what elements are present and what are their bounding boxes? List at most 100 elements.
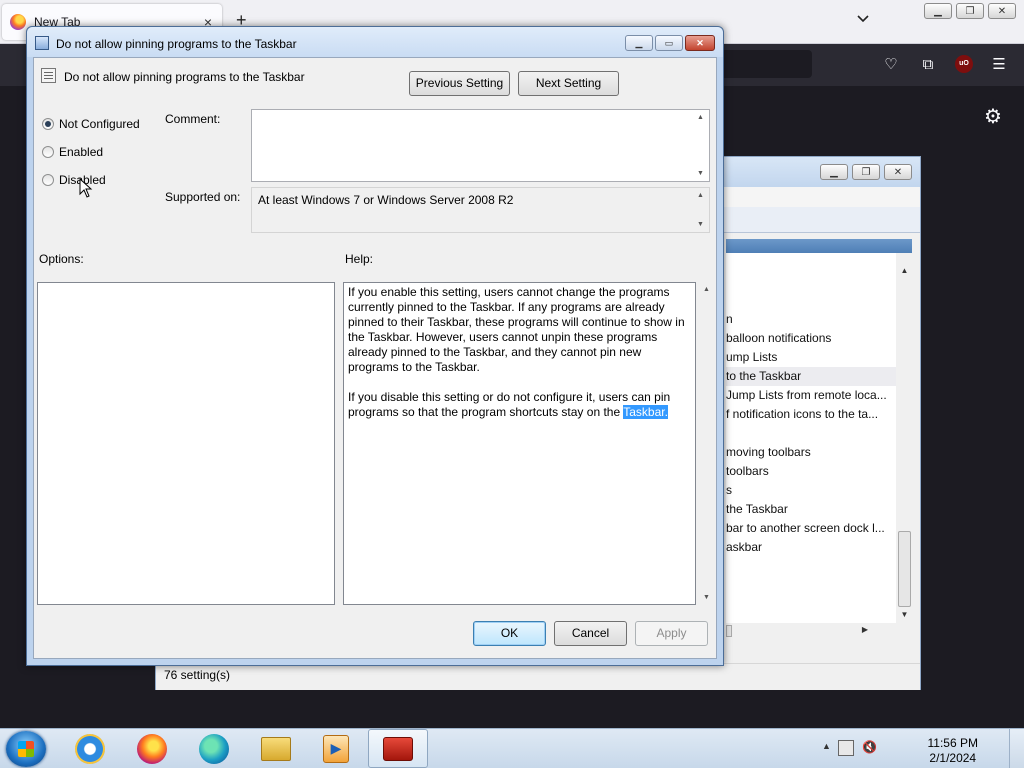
policy-name: Do not allow pinning programs to the Tas… — [64, 70, 305, 84]
show-desktop-button[interactable] — [1009, 729, 1024, 768]
settings-list-item[interactable] — [726, 253, 896, 272]
volume-muted-icon[interactable]: 🔇 — [862, 740, 878, 756]
chevron-down-icon[interactable] — [856, 12, 870, 26]
radio-enabled[interactable]: Enabled — [42, 145, 103, 159]
supported-on-field: At least Windows 7 or Windows Server 200… — [251, 187, 710, 233]
extensions-icon[interactable]: ⧉ — [919, 56, 937, 74]
settings-list-item[interactable]: balloon notifications — [726, 329, 896, 348]
scroll-down-icon[interactable]: ▼ — [692, 221, 709, 228]
comment-label: Comment: — [165, 112, 221, 126]
scroll-down-icon[interactable]: ▼ — [698, 594, 715, 601]
taskbar: ▶ ▲ 🔇 11:56 PM 2/1/2024 — [0, 728, 1024, 768]
help-text: If you enable this setting, users cannot… — [348, 285, 688, 435]
settings-list-item[interactable]: n — [726, 310, 896, 329]
radio-not-configured[interactable]: Not Configured — [42, 117, 140, 131]
settings-list-item[interactable]: to the Taskbar — [726, 367, 896, 386]
settings-list-item[interactable]: toolbars — [726, 462, 896, 481]
gear-icon[interactable]: ⚙ — [982, 106, 1004, 128]
settings-list-item[interactable]: s — [726, 481, 896, 500]
maximize-button[interactable]: ▭ — [655, 35, 683, 51]
settings-list-item[interactable]: bar to another screen dock l... — [726, 519, 896, 538]
scroll-up-icon[interactable]: ▲ — [692, 192, 709, 199]
help-paragraph: If you enable this setting, users cannot… — [348, 285, 685, 374]
network-icon[interactable] — [838, 740, 854, 756]
minimize-button[interactable]: ▁ — [625, 35, 653, 51]
scroll-right-icon[interactable]: ▶ — [862, 625, 868, 634]
taskbar-policy-editor[interactable] — [368, 729, 428, 768]
radio-disabled[interactable]: Disabled — [42, 173, 106, 187]
settings-horizontal-scrollbar[interactable]: ▶ — [726, 623, 896, 639]
scroll-up-icon[interactable]: ▲ — [896, 263, 913, 279]
policy-window-icon — [35, 36, 49, 50]
close-button[interactable]: ✕ — [685, 35, 715, 51]
scrollbar-thumb[interactable] — [898, 531, 911, 607]
dialog-titlebar[interactable]: Do not allow pinning programs to the Tas… — [27, 27, 723, 57]
restore-button[interactable]: ❐ — [956, 3, 984, 19]
taskbar-file-explorer[interactable] — [246, 729, 306, 768]
restore-button[interactable]: ❐ — [852, 164, 880, 180]
settings-vertical-scrollbar[interactable]: ▲ ▼ — [896, 263, 913, 623]
dialog-title: Do not allow pinning programs to the Tas… — [56, 37, 297, 51]
taskbar-media-player[interactable]: ▶ — [306, 729, 366, 768]
close-button[interactable]: ✕ — [988, 3, 1016, 19]
settings-list-item[interactable]: f notification icons to the ta... — [726, 405, 896, 424]
scroll-down-icon[interactable]: ▼ — [896, 607, 913, 623]
radio-enabled-label: Enabled — [59, 145, 104, 159]
supported-on-value: At least Windows 7 or Windows Server 200… — [258, 193, 514, 207]
start-button[interactable] — [6, 731, 46, 767]
clock-time: 11:56 PM — [927, 736, 978, 750]
windows-logo-icon — [18, 741, 34, 757]
help-scrollbar[interactable]: ▲ ▼ — [698, 282, 715, 605]
help-paragraph: If you disable this setting or do not co… — [348, 390, 688, 420]
minimize-button[interactable]: ▁ — [924, 3, 952, 19]
firefox-tab-icon — [10, 14, 26, 30]
scrollbar-thumb[interactable] — [726, 625, 732, 637]
settings-column-header — [726, 239, 912, 253]
cancel-button[interactable]: Cancel — [554, 621, 627, 646]
ok-button[interactable]: OK — [473, 621, 546, 646]
policy-editor-window-controls: ▁ ❐ ✕ — [820, 164, 912, 180]
taskbar-firefox[interactable] — [122, 729, 182, 768]
radio-selected-icon — [42, 118, 54, 130]
close-button[interactable]: ✕ — [884, 164, 912, 180]
radio-unselected-icon — [42, 174, 54, 186]
scroll-down-icon[interactable]: ▼ — [692, 170, 709, 177]
taskbar-edge[interactable] — [184, 729, 244, 768]
toolbox-icon — [383, 736, 413, 761]
apply-button[interactable]: Apply — [635, 621, 708, 646]
settings-list-item[interactable] — [726, 291, 896, 310]
settings-list-item[interactable] — [726, 272, 896, 291]
settings-list-item[interactable]: the Taskbar — [726, 500, 896, 519]
settings-list-item[interactable] — [726, 424, 896, 443]
menu-icon[interactable]: ☰ — [990, 56, 1008, 74]
settings-list-item[interactable]: Jump Lists from remote loca... — [726, 386, 896, 405]
dialog-body: Do not allow pinning programs to the Tas… — [33, 57, 717, 659]
settings-list-item[interactable]: ump Lists — [726, 348, 896, 367]
settings-list: n balloon notifications ump Lists to the Ta… — [726, 253, 896, 623]
comment-scrollbar[interactable]: ▲ ▼ — [692, 110, 709, 181]
help-label: Help: — [345, 252, 374, 266]
settings-list-item[interactable]: moving toolbars — [726, 443, 896, 462]
settings-list-item[interactable]: askbar — [726, 538, 896, 557]
system-tray: ▲ 🔇 11:56 PM 2/1/2024 — [818, 733, 988, 765]
scroll-up-icon[interactable]: ▲ — [692, 114, 709, 121]
comment-textarea[interactable]: ▲ ▼ — [251, 109, 710, 182]
taskbar-internet-explorer[interactable] — [60, 729, 120, 768]
status-bar: 76 setting(s) — [156, 663, 920, 690]
internet-explorer-icon — [75, 733, 105, 764]
previous-setting-button[interactable]: Previous Setting — [409, 71, 510, 96]
firefox-icon — [137, 733, 167, 764]
options-panel — [37, 282, 335, 605]
help-paragraph-text: If you disable this setting or do not co… — [348, 390, 671, 419]
scroll-up-icon[interactable]: ▲ — [698, 286, 715, 293]
ublock-icon[interactable]: uO — [955, 55, 973, 73]
highlighted-text: Taskbar. — [623, 405, 668, 419]
show-hidden-icons-icon[interactable]: ▲ — [822, 741, 831, 751]
supported-scrollbar[interactable]: ▲ ▼ — [692, 188, 709, 232]
next-setting-button[interactable]: Next Setting — [518, 71, 619, 96]
clock[interactable]: 11:56 PM 2/1/2024 — [928, 736, 978, 766]
pocket-icon[interactable]: ♡ — [882, 56, 900, 74]
media-player-icon: ▶ — [323, 734, 349, 763]
policy-icon — [41, 68, 56, 83]
minimize-button[interactable]: ▁ — [820, 164, 848, 180]
